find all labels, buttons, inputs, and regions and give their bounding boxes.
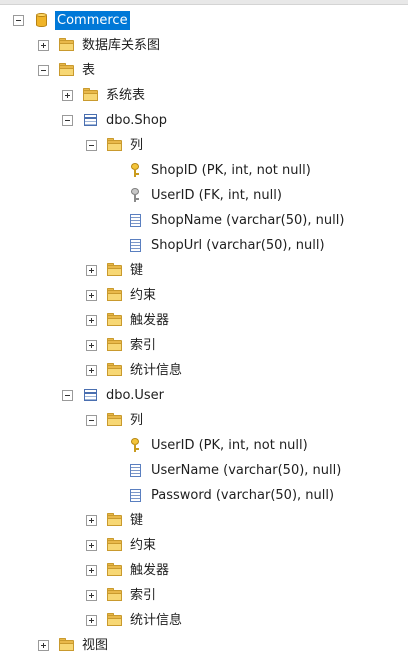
tree-node-label[interactable]: UserID (FK, int, null) — [149, 186, 284, 205]
tree-node-user-columns[interactable]: 列 — [86, 409, 145, 431]
tree-node-label[interactable]: 触发器 — [128, 561, 171, 580]
collapse-toggle[interactable] — [86, 139, 97, 151]
tree-node-label[interactable]: 统计信息 — [128, 361, 184, 380]
collapse-toggle[interactable] — [13, 14, 24, 26]
folder-icon — [106, 587, 123, 603]
tree-node-label[interactable]: Commerce — [55, 10, 130, 30]
tree-node-user-statistics[interactable]: 统计信息 — [86, 609, 184, 631]
expand-toggle[interactable] — [38, 39, 49, 51]
tree-node-shop-columns[interactable]: 列 — [86, 134, 145, 156]
folder-icon — [106, 262, 123, 278]
foreign-key-icon — [127, 187, 144, 203]
folder-icon — [58, 637, 75, 653]
tree-node-label[interactable]: 索引 — [128, 586, 158, 605]
tree-node-column-user-userid[interactable]: UserID (PK, int, not null) — [127, 434, 310, 456]
tree-node-label[interactable]: dbo.User — [104, 386, 166, 405]
collapse-toggle[interactable] — [38, 64, 49, 76]
tree-node-tables[interactable]: 表 — [38, 59, 97, 81]
tree-node-column-shopname[interactable]: ShopName (varchar(50), null) — [127, 209, 346, 231]
collapse-toggle[interactable] — [62, 114, 73, 126]
tree-node-label[interactable]: 视图 — [80, 636, 110, 655]
expand-toggle[interactable] — [38, 639, 49, 651]
tree-node-shop-indexes[interactable]: 索引 — [86, 334, 158, 356]
tree-node-user-constraints[interactable]: 约束 — [86, 534, 158, 556]
primary-key-icon — [127, 162, 144, 178]
collapse-toggle[interactable] — [86, 414, 97, 426]
tree-node-label[interactable]: 键 — [128, 261, 145, 280]
folder-icon — [106, 612, 123, 628]
tree-node-label[interactable]: 表 — [80, 61, 97, 80]
primary-key-icon — [127, 437, 144, 453]
expand-toggle[interactable] — [86, 289, 97, 301]
tree-node-column-shopid[interactable]: ShopID (PK, int, not null) — [127, 159, 313, 181]
tree-node-label[interactable]: 约束 — [128, 536, 158, 555]
folder-icon — [58, 37, 75, 53]
tree-node-label[interactable]: 约束 — [128, 286, 158, 305]
tree-node-views[interactable]: 视图 — [38, 634, 110, 656]
tree-node-label[interactable]: 列 — [128, 411, 145, 430]
folder-icon — [106, 287, 123, 303]
tree-node-label[interactable]: 列 — [128, 136, 145, 155]
folder-icon — [106, 537, 123, 553]
table-icon — [82, 112, 99, 128]
folder-icon — [106, 562, 123, 578]
tree-node-user-keys[interactable]: 键 — [86, 509, 145, 531]
tree-node-label[interactable]: 数据库关系图 — [80, 36, 162, 55]
expand-toggle[interactable] — [86, 339, 97, 351]
tree-node-table-user[interactable]: dbo.User — [62, 384, 166, 406]
tree-node-label[interactable]: 索引 — [128, 336, 158, 355]
tree-node-column-userid[interactable]: UserID (FK, int, null) — [127, 184, 284, 206]
expand-toggle[interactable] — [86, 614, 97, 626]
tree-node-label[interactable]: UserName (varchar(50), null) — [149, 461, 343, 480]
tree-node-column-shopurl[interactable]: ShopUrl (varchar(50), null) — [127, 234, 327, 256]
tree-node-user-indexes[interactable]: 索引 — [86, 584, 158, 606]
tree-node-label[interactable]: dbo.Shop — [104, 111, 169, 130]
tree-node-label[interactable]: 触发器 — [128, 311, 171, 330]
tree-node-system-tables[interactable]: 系统表 — [62, 84, 147, 106]
tree-node-commerce[interactable]: Commerce — [13, 9, 130, 31]
folder-icon — [106, 362, 123, 378]
tree-node-shop-triggers[interactable]: 触发器 — [86, 309, 171, 331]
tree-node-label[interactable]: 系统表 — [104, 86, 147, 105]
tree-node-shop-statistics[interactable]: 统计信息 — [86, 359, 184, 381]
expand-toggle[interactable] — [86, 314, 97, 326]
tree-node-label[interactable]: ShopID (PK, int, not null) — [149, 161, 313, 180]
expand-toggle[interactable] — [86, 264, 97, 276]
collapse-toggle[interactable] — [62, 389, 73, 401]
folder-icon — [82, 87, 99, 103]
column-icon — [127, 487, 144, 503]
expand-toggle[interactable] — [86, 564, 97, 576]
tree-node-label[interactable]: 统计信息 — [128, 611, 184, 630]
tree-node-table-shop[interactable]: dbo.Shop — [62, 109, 169, 131]
expand-toggle[interactable] — [62, 89, 73, 101]
folder-icon — [106, 337, 123, 353]
top-border — [0, 0, 408, 5]
tree-node-diagrams[interactable]: 数据库关系图 — [38, 34, 162, 56]
column-icon — [127, 462, 144, 478]
tree-node-label[interactable]: 键 — [128, 511, 145, 530]
tree-node-shop-keys[interactable]: 键 — [86, 259, 145, 281]
folder-icon — [58, 62, 75, 78]
tree-node-label[interactable]: ShopName (varchar(50), null) — [149, 211, 346, 230]
folder-icon — [106, 312, 123, 328]
tree-node-shop-constraints[interactable]: 约束 — [86, 284, 158, 306]
table-icon — [82, 387, 99, 403]
column-icon — [127, 212, 144, 228]
tree-node-column-password[interactable]: Password (varchar(50), null) — [127, 484, 336, 506]
tree-node-label[interactable]: Password (varchar(50), null) — [149, 486, 336, 505]
tree-node-user-triggers[interactable]: 触发器 — [86, 559, 171, 581]
database-icon — [33, 12, 50, 28]
expand-toggle[interactable] — [86, 589, 97, 601]
tree-node-column-username[interactable]: UserName (varchar(50), null) — [127, 459, 343, 481]
expand-toggle[interactable] — [86, 539, 97, 551]
tree-node-label[interactable]: UserID (PK, int, not null) — [149, 436, 310, 455]
expand-toggle[interactable] — [86, 364, 97, 376]
folder-icon — [106, 512, 123, 528]
folder-icon — [106, 412, 123, 428]
folder-icon — [106, 137, 123, 153]
tree-node-label[interactable]: ShopUrl (varchar(50), null) — [149, 236, 327, 255]
column-icon — [127, 237, 144, 253]
expand-toggle[interactable] — [86, 514, 97, 526]
